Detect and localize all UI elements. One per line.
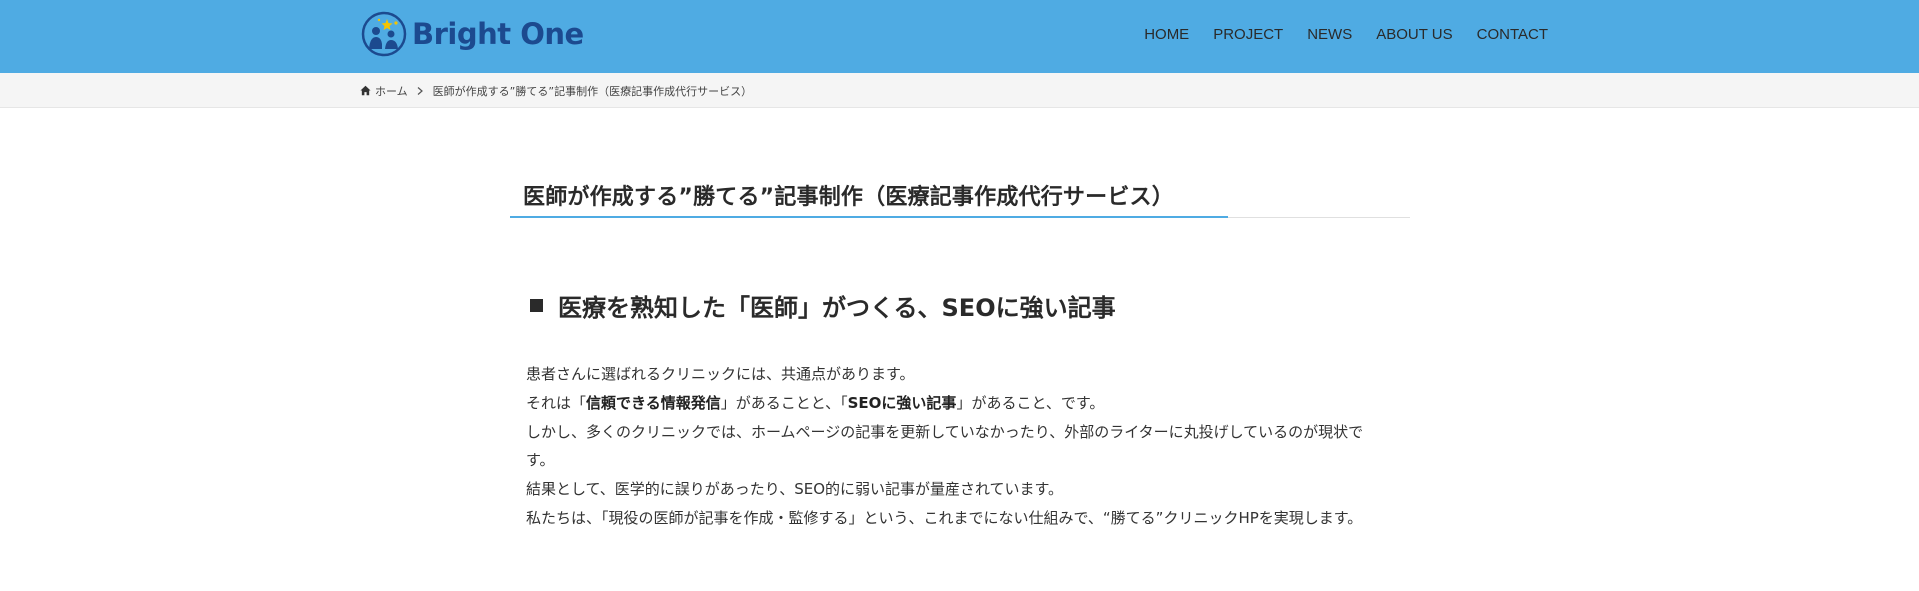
nav-item-about-us: ABOUT US bbox=[1376, 24, 1452, 43]
paragraph-2-part-a: それは「 bbox=[526, 393, 587, 412]
site-header: Bright One HOME PROJECT NEWS ABOUT US CO… bbox=[0, 0, 1919, 73]
nav-link-home[interactable]: HOME bbox=[1144, 26, 1189, 43]
home-icon[interactable] bbox=[360, 85, 371, 96]
nav-link-news[interactable]: NEWS bbox=[1307, 26, 1352, 43]
breadcrumb: ホーム 医師が作成する”勝てる”記事制作（医療記事作成代行サービス） bbox=[360, 73, 752, 108]
paragraph-2: それは「信頼できる情報発信」があることと、「SEOに強い記事」があること、です。 bbox=[526, 389, 1386, 418]
nav-item-contact: CONTACT bbox=[1477, 24, 1548, 43]
paragraph-3: しかし、多くのクリニックでは、ホームページの記事を更新していなかったり、外部のラ… bbox=[526, 422, 1364, 470]
nav-link-about-us[interactable]: ABOUT US bbox=[1376, 26, 1452, 43]
nav-item-project: PROJECT bbox=[1213, 24, 1283, 43]
breadcrumb-current: 医師が作成する”勝てる”記事制作（医療記事作成代行サービス） bbox=[432, 84, 753, 98]
breadcrumb-bar: ホーム 医師が作成する”勝てる”記事制作（医療記事作成代行サービス） bbox=[0, 73, 1919, 108]
intro-text: 患者さんに選ばれるクリニックには、共通点があります。 それは「信頼できる情報発信… bbox=[526, 360, 1386, 533]
section-heading-text: 医療を熟知した「医師」がつくる、SEOに強い記事 bbox=[558, 294, 1116, 322]
highlight-trusted-info: 信頼できる情報発信 bbox=[586, 393, 721, 412]
main-nav: HOME PROJECT NEWS ABOUT US CONTACT bbox=[1120, 0, 1548, 66]
paragraph-2-part-e: 」があること、です。 bbox=[956, 393, 1105, 412]
logo-mark-icon bbox=[361, 11, 407, 57]
site-logo[interactable]: Bright One bbox=[361, 11, 584, 57]
page-title: 医師が作成する”勝てる”記事制作（医療記事作成代行サービス） bbox=[523, 185, 1174, 210]
nav-item-home: HOME bbox=[1144, 24, 1189, 43]
paragraph-5: 私たちは、「現役の医師が記事を作成・監修する」という、これまでにない仕組みで、“… bbox=[526, 508, 1363, 527]
paragraph-2-part-c: 」があることと、「 bbox=[720, 393, 848, 412]
section-heading: 医療を熟知した「医師」がつくる、SEOに強い記事 bbox=[530, 288, 1116, 323]
logo-text: Bright One bbox=[412, 17, 584, 51]
paragraph-1: 患者さんに選ばれるクリニックには、共通点があります。 bbox=[526, 365, 915, 383]
highlight-seo-articles: SEOに強い記事 bbox=[847, 393, 957, 412]
chevron-right-icon bbox=[417, 86, 423, 95]
square-icon bbox=[530, 299, 543, 312]
nav-link-contact[interactable]: CONTACT bbox=[1477, 26, 1548, 43]
nav-item-news: NEWS bbox=[1307, 24, 1352, 43]
page-title-block: 医師が作成する”勝てる”記事制作（医療記事作成代行サービス） bbox=[510, 176, 1410, 218]
nav-link-project[interactable]: PROJECT bbox=[1213, 26, 1283, 43]
paragraph-4: 結果として、医学的に誤りがあったり、SEO的に弱い記事が量産されています。 bbox=[526, 480, 1064, 499]
breadcrumb-home-link[interactable]: ホーム bbox=[375, 83, 408, 99]
